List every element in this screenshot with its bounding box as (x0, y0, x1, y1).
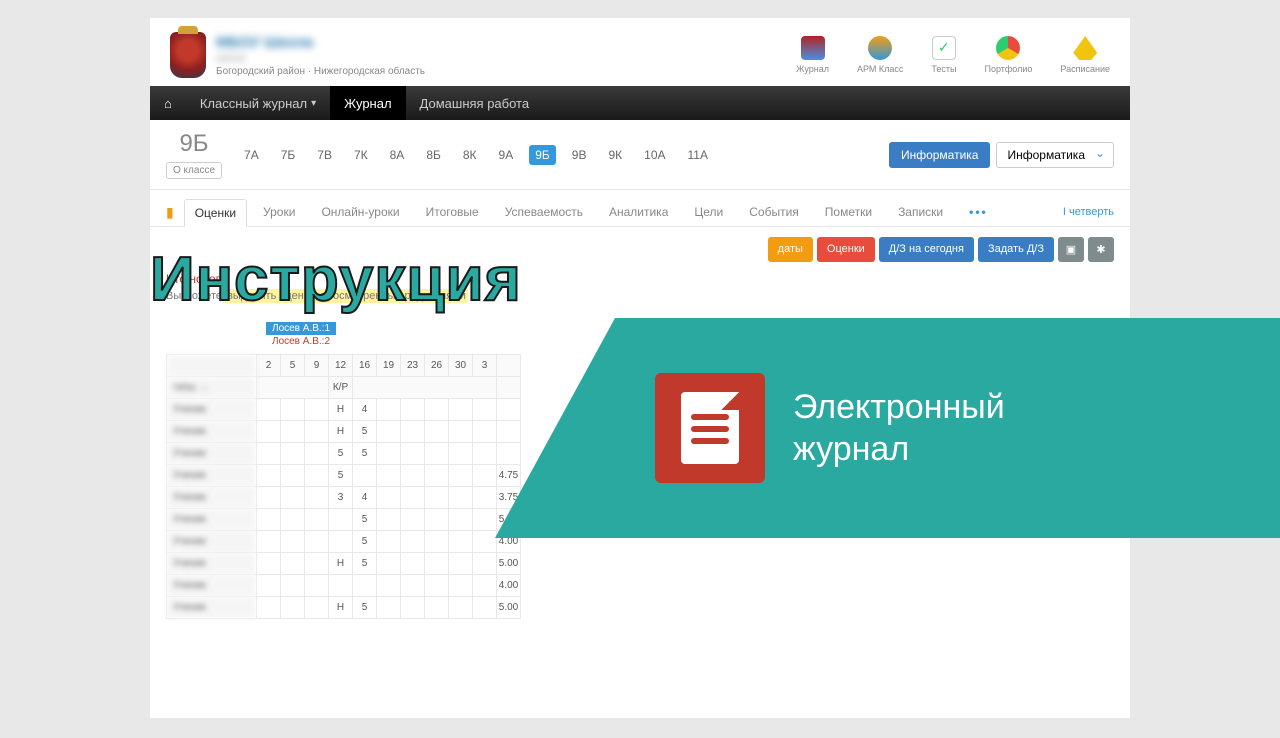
class-8k[interactable]: 8К (457, 145, 483, 165)
tab-notes[interactable]: Записки (888, 199, 953, 225)
module-tests[interactable]: Тесты (931, 36, 956, 74)
tab-grades[interactable]: Оценки (184, 199, 247, 227)
school-info: МБОУ Школа школа Богородский район · Ниж… (206, 34, 425, 77)
grades-table: 259 121619 232630 3 типы → К/Р УченикН4У… (166, 354, 521, 619)
class-9a[interactable]: 9А (493, 145, 520, 165)
period-select[interactable]: I четверть (1063, 206, 1114, 218)
action-set-hw[interactable]: Задать Д/З (978, 237, 1054, 262)
class-7a[interactable]: 7А (238, 145, 265, 165)
journal-icon (801, 36, 825, 60)
school-name: МБОУ Школа (216, 34, 425, 51)
teacher-1[interactable]: Лосев А.В.:1 (266, 322, 336, 335)
tab-marks[interactable]: Пометки (815, 199, 882, 225)
action-grades[interactable]: Оценки (817, 237, 875, 262)
action-lock[interactable]: ▣ (1058, 237, 1084, 262)
module-arm[interactable]: АРМ Класс (857, 36, 903, 74)
overlay-panel: Электронный журнал (495, 318, 1280, 538)
class-7k[interactable]: 7К (348, 145, 374, 165)
table-row[interactable]: Ученик4.00 (167, 575, 521, 597)
school-location: Богородский район · Нижегородская област… (216, 66, 425, 77)
class-7b[interactable]: 7Б (275, 145, 302, 165)
class-9b[interactable]: 9Б (529, 145, 556, 165)
overlay-title: Инструкция (150, 244, 522, 315)
header: МБОУ Школа школа Богородский район · Ниж… (150, 18, 1130, 86)
subject-select[interactable]: Информатика (996, 142, 1114, 168)
crest-icon (170, 32, 206, 78)
tab-more[interactable]: ••• (959, 199, 998, 225)
arm-icon (868, 36, 892, 60)
about-class-button[interactable]: О классе (166, 162, 222, 179)
table-row[interactable]: Ученик54.75 (167, 465, 521, 487)
module-portfolio[interactable]: Портфолио (984, 36, 1032, 74)
tab-events[interactable]: События (739, 199, 809, 225)
tab-lessons[interactable]: Уроки (253, 199, 305, 225)
tab-analytics[interactable]: Аналитика (599, 199, 678, 225)
table-row[interactable]: Ученик55 (167, 443, 521, 465)
folder-icon: ▮ (166, 204, 174, 221)
document-icon (655, 373, 765, 483)
subject-button[interactable]: Информатика (889, 142, 991, 168)
class-11a[interactable]: 11А (682, 145, 714, 165)
table-row[interactable]: Ученик54.00 (167, 531, 521, 553)
action-settings[interactable]: ✱ (1088, 237, 1114, 262)
class-bar: 9Б О классе 7А 7Б 7В 7К 8А 8Б 8К 9А 9Б 9… (150, 120, 1130, 190)
class-7v[interactable]: 7В (311, 145, 338, 165)
nav-journal[interactable]: Журнал (330, 86, 405, 120)
table-row[interactable]: УченикН55.00 (167, 553, 521, 575)
current-class-label: 9Б (166, 130, 222, 158)
tab-online[interactable]: Онлайн-уроки (311, 199, 409, 225)
table-row[interactable]: УченикН4 (167, 399, 521, 421)
main-nav: ⌂ Классный журнал▾ Журнал Домашняя работ… (150, 86, 1130, 120)
class-8b[interactable]: 8Б (420, 145, 447, 165)
tests-icon (932, 36, 956, 60)
table-row[interactable]: УченикН55.00 (167, 597, 521, 619)
table-row[interactable]: Ученик343.75 (167, 487, 521, 509)
subject-area: Информатика Информатика (889, 142, 1114, 168)
nav-homework[interactable]: Домашняя работа (406, 86, 544, 120)
class-list: 7А 7Б 7В 7К 8А 8Б 8К 9А 9Б 9В 9К 10А 11А (238, 145, 714, 165)
action-hw-today[interactable]: Д/З на сегодня (879, 237, 974, 262)
class-10a[interactable]: 10А (638, 145, 671, 165)
table-subheader-row: типы → К/Р (167, 377, 521, 399)
class-8a[interactable]: 8А (384, 145, 411, 165)
table-row[interactable]: Ученик55.00 (167, 509, 521, 531)
portfolio-icon (996, 36, 1020, 60)
module-schedule[interactable]: Расписание (1060, 36, 1110, 74)
module-switcher: Журнал АРМ Класс Тесты Портфолио Расписа… (796, 36, 1110, 74)
chevron-down-icon: ▾ (311, 98, 316, 109)
nav-class-journal[interactable]: Классный журнал▾ (186, 86, 330, 120)
schedule-icon (1073, 36, 1097, 60)
school-sub: школа (216, 53, 425, 64)
home-icon[interactable]: ⌂ (164, 96, 172, 111)
module-journal[interactable]: Журнал (796, 36, 829, 74)
current-class: 9Б О классе (166, 130, 222, 179)
tab-bar: ▮ Оценки Уроки Онлайн-уроки Итоговые Усп… (150, 190, 1130, 227)
tab-goals[interactable]: Цели (684, 199, 733, 225)
table-header-row: 259 121619 232630 3 (167, 355, 521, 377)
table-row[interactable]: УченикН5 (167, 421, 521, 443)
action-dates[interactable]: даты (768, 237, 813, 262)
class-9v[interactable]: 9В (566, 145, 593, 165)
overlay-panel-text: Электронный журнал (793, 386, 1005, 471)
tab-final[interactable]: Итоговые (416, 199, 489, 225)
teacher-2[interactable]: Лосев А.В.:2 (266, 335, 336, 348)
class-9k[interactable]: 9К (602, 145, 628, 165)
tab-performance[interactable]: Успеваемость (495, 199, 593, 225)
